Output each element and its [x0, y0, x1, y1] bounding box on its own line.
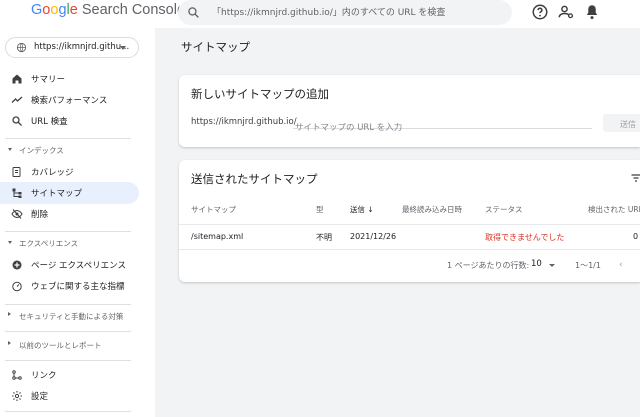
sort-arrow-down-icon: ↓ — [367, 205, 374, 214]
divider — [5, 231, 131, 232]
search-placeholder: 「https://ikmnjrd.github.io/」内のすべての URL を… — [212, 8, 446, 18]
sidebar-item-label: サイトマップ — [31, 189, 83, 199]
column-header-last-read[interactable]: 最終読み込み日時 — [402, 204, 462, 215]
settings-icon — [12, 391, 22, 401]
property-selector[interactable]: https://ikmnjrd.githu... — [5, 37, 139, 58]
add-sitemap-card: 新しいサイトマップの追加 https://ikmnjrd.github.io/ … — [179, 75, 640, 147]
cell-submitted: 2021/12/26 — [350, 232, 397, 241]
url-inspection-search[interactable]: 「https://ikmnjrd.github.io/」内のすべての URL を… — [178, 0, 512, 25]
sidebar-item-label: 削除 — [31, 210, 49, 220]
expand-arrow-icon — [8, 312, 11, 316]
table-divider — [179, 224, 640, 225]
collapse-arrow-icon — [8, 241, 12, 244]
sitemap-url-prefix: https://ikmnjrd.github.io/ — [191, 117, 297, 127]
section-security-toggle[interactable]: セキュリティと手動による対策 — [0, 307, 139, 325]
section-label: セキュリティと手動による対策 — [19, 312, 124, 321]
column-header-status[interactable]: ステータス — [485, 204, 523, 215]
notifications-icon[interactable] — [583, 3, 601, 21]
manage-users-icon[interactable] — [557, 3, 575, 21]
cell-discovered-urls: 0 — [633, 232, 639, 241]
globe-icon — [16, 42, 27, 53]
submitted-sitemaps-card: 送信されたサイトマップ サイトマップ 型 送信 ↓ 最終読み込み日時 ステータス… — [179, 160, 640, 282]
property-url: https://ikmnjrd.githu... — [34, 42, 130, 52]
sidebar-item-performance[interactable]: 検索パフォーマンス — [0, 89, 139, 111]
chevron-down-icon[interactable] — [549, 264, 555, 267]
column-header-sitemap[interactable]: サイトマップ — [191, 204, 236, 215]
sidebar-item-label: リンク — [31, 371, 57, 381]
column-header-submitted[interactable]: 送信 ↓ — [350, 204, 374, 215]
sidebar-item-url-inspection[interactable]: URL 検査 — [0, 110, 139, 132]
rows-per-page-select[interactable]: 10 — [531, 259, 542, 269]
card-title: 送信されたサイトマップ — [191, 172, 318, 186]
removal-icon — [11, 209, 23, 219]
card-title: 新しいサイトマップの追加 — [191, 87, 329, 101]
previous-page-icon[interactable]: ‹ — [619, 260, 623, 270]
divider — [5, 360, 131, 361]
sidebar-item-sitemaps[interactable]: サイトマップ — [0, 182, 139, 204]
sidebar-item-links[interactable]: リンク — [0, 364, 139, 386]
trending-icon — [11, 96, 23, 103]
column-header-discovered-urls[interactable]: 検出された URL — [588, 204, 640, 215]
google-search-console-logo[interactable]: Google Search Console — [31, 2, 185, 18]
page-title: サイトマップ — [181, 40, 250, 54]
cell-status: 取得できませんでした — [485, 233, 565, 242]
sidebar-item-settings[interactable]: 設定 — [0, 385, 139, 407]
collapse-arrow-icon — [8, 148, 12, 151]
cell-type: 不明 — [316, 233, 332, 242]
pagination-range: 1～1/1 — [575, 261, 601, 270]
divider — [5, 138, 131, 139]
search-icon — [12, 116, 22, 126]
filter-icon[interactable] — [630, 172, 640, 184]
divider — [5, 331, 131, 332]
home-icon — [12, 74, 22, 84]
sitemap-icon — [12, 188, 22, 198]
page-experience-icon — [12, 260, 22, 270]
sidebar-item-web-vitals[interactable]: ウェブに関する主な指標 — [0, 275, 139, 297]
cell-sitemap: /sitemap.xml — [191, 232, 244, 241]
section-label: エクスペリエンス — [19, 239, 79, 248]
expand-arrow-icon — [8, 341, 11, 345]
web-vitals-icon — [12, 281, 22, 292]
section-experience-toggle[interactable]: エクスペリエンス — [0, 234, 139, 252]
sidebar-item-label: 検索パフォーマンス — [31, 96, 108, 106]
section-label: インデックス — [19, 146, 64, 155]
sidebar-item-label: ページ エクスペリエンス — [31, 261, 127, 271]
column-header-type[interactable]: 型 — [316, 204, 324, 215]
column-header-label: 送信 — [350, 205, 365, 214]
links-icon — [12, 370, 22, 380]
coverage-icon — [12, 167, 21, 177]
main-content: サイトマップ 新しいサイトマップの追加 https://ikmnjrd.gith… — [155, 28, 640, 417]
help-icon[interactable] — [531, 3, 549, 21]
divider — [5, 411, 131, 412]
search-icon — [188, 7, 199, 18]
sidebar-item-label: サマリー — [31, 75, 66, 85]
sidebar-item-coverage[interactable]: カバレッジ — [0, 161, 139, 183]
sitemap-url-field[interactable] — [293, 115, 592, 133]
sidebar-item-label: 設定 — [31, 392, 49, 402]
chevron-down-icon — [120, 46, 126, 50]
sidebar-item-page-experience[interactable]: ページ エクスペリエンス — [0, 254, 139, 276]
sidebar: https://ikmnjrd.githu... サマリー 検索パフォーマンス … — [0, 28, 155, 417]
sidebar-item-summary[interactable]: サマリー — [0, 68, 139, 90]
submit-button[interactable]: 送信 — [603, 114, 640, 132]
sidebar-item-label: URL 検査 — [31, 117, 68, 127]
sidebar-item-label: ウェブに関する主な指標 — [31, 282, 125, 292]
rows-per-page-label: 1 ページあたりの行数: — [447, 261, 530, 270]
section-legacy-toggle[interactable]: 以前のツールとレポート — [0, 336, 139, 354]
sitemap-url-input[interactable] — [293, 123, 592, 133]
sidebar-item-label: カバレッジ — [31, 168, 74, 178]
top-app-bar: Google Search Console 「https://ikmnjrd.g… — [0, 0, 640, 28]
section-index-toggle[interactable]: インデックス — [0, 141, 139, 159]
section-label: 以前のツールとレポート — [19, 341, 102, 350]
divider — [5, 304, 131, 305]
table-divider — [179, 249, 640, 250]
sidebar-item-removals[interactable]: 削除 — [0, 203, 139, 225]
